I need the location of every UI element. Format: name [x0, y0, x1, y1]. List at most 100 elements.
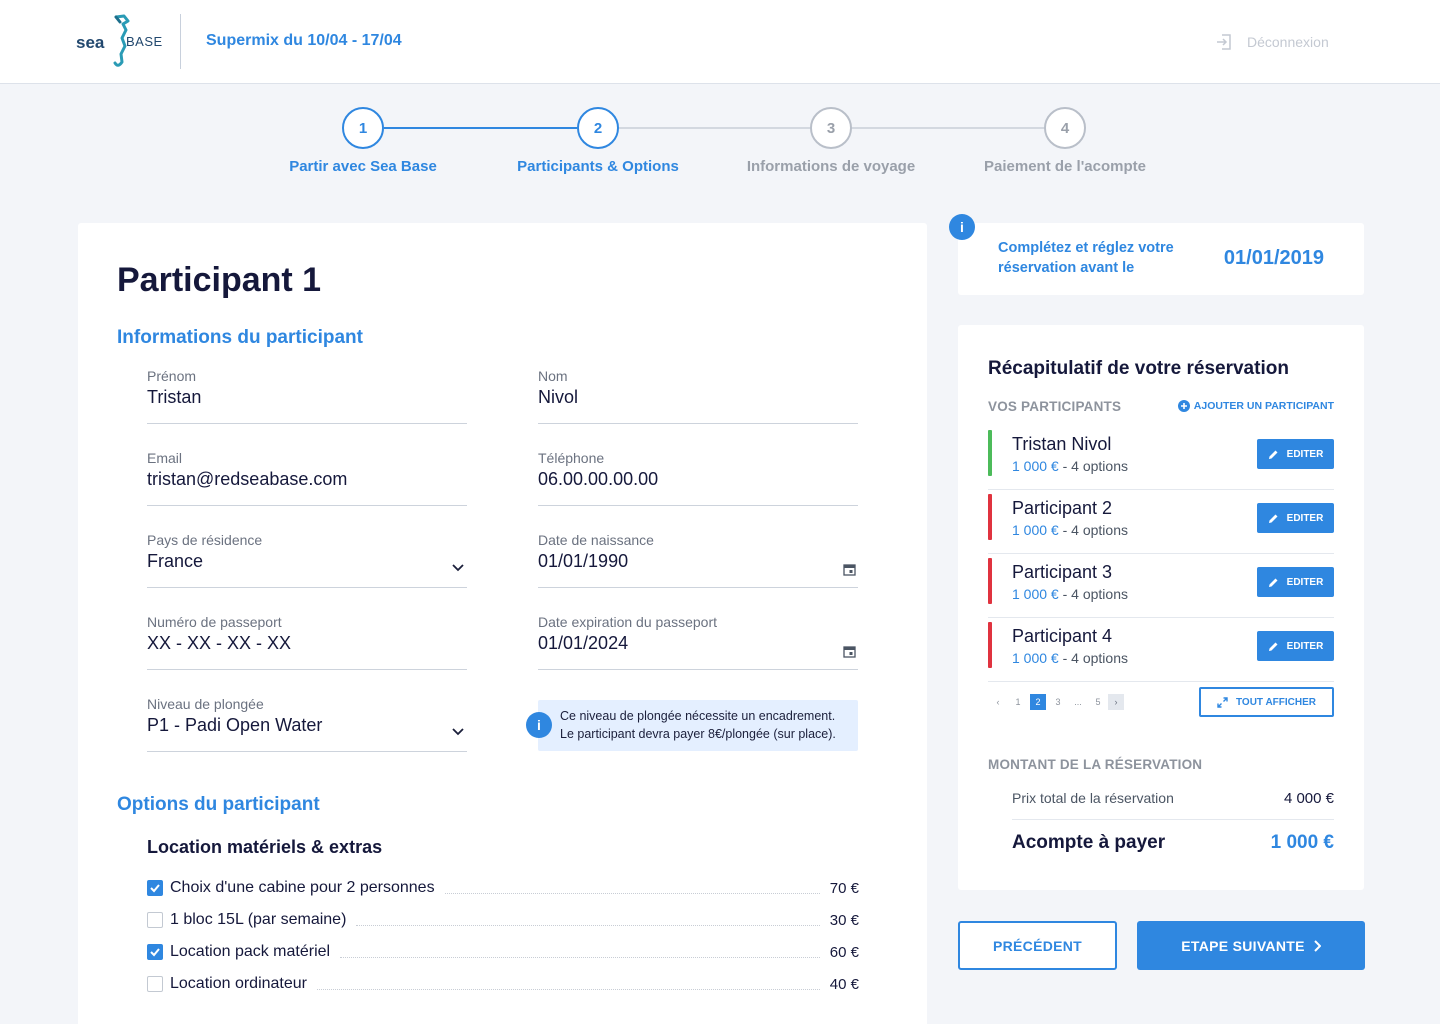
dive-level-value: P1 - Padi Open Water — [147, 715, 323, 735]
step-2-number: 2 — [577, 107, 619, 149]
option-price: 70 € — [829, 879, 859, 897]
passport-number-field[interactable]: Numéro de passeport XX - XX - XX - XX — [147, 614, 467, 670]
edit-participant-button[interactable]: EDITER — [1257, 631, 1334, 661]
dive-level-note-line-1: Ce niveau de plongée nécessite un encadr… — [560, 709, 836, 723]
option-checkbox[interactable] — [147, 944, 163, 960]
edit-participant-button[interactable]: EDITER — [1257, 439, 1334, 469]
show-all-button[interactable]: TOUT AFFICHER — [1199, 687, 1334, 717]
participant-info-heading: Informations du participant — [117, 327, 363, 348]
edit-participant-button[interactable]: EDITER — [1257, 567, 1334, 597]
step-4-label: Paiement de l'acompte — [984, 158, 1146, 175]
dotted-leader — [444, 882, 820, 894]
step-1-number: 1 — [342, 107, 384, 149]
passport-number-label: Numéro de passeport — [147, 614, 282, 630]
birth-date-value: 01/01/1990 — [538, 551, 629, 571]
first-name-field[interactable]: Prénom Tristan — [147, 368, 467, 424]
passport-expiry-field[interactable]: Date expiration du passeport 01/01/2024 — [538, 614, 858, 670]
birth-date-field[interactable]: Date de naissance 01/01/1990 — [538, 532, 858, 588]
calendar-icon[interactable] — [843, 645, 856, 658]
option-row[interactable]: 1 bloc 15L (par semaine) 30 € — [147, 909, 859, 931]
option-row[interactable]: Location ordinateur 40 € — [147, 973, 859, 995]
first-name-value: Tristan — [147, 387, 202, 407]
step-3-label: Informations de voyage — [746, 158, 916, 175]
phone-field[interactable]: Téléphone 06.00.00.00.00 — [538, 450, 858, 506]
participants-pagination: ‹ 1 2 3 ... 5 › — [988, 694, 1124, 710]
last-name-label: Nom — [538, 368, 568, 384]
pagination-page-5[interactable]: 5 — [1088, 697, 1108, 707]
dotted-leader — [316, 978, 820, 990]
option-label: 1 bloc 15L (par semaine) — [170, 911, 347, 928]
edit-label: EDITER — [1286, 576, 1324, 588]
participants-heading: VOS PARTICIPANTS — [988, 399, 1122, 414]
option-checkbox[interactable] — [147, 976, 163, 992]
dotted-leader — [340, 946, 820, 958]
dotted-leader — [356, 914, 820, 926]
dive-level-select[interactable]: Niveau de plongée P1 - Padi Open Water — [147, 696, 467, 752]
participant-row: Participant 4 1 000 € - 4 options EDITER — [988, 622, 1334, 682]
pagination-next[interactable]: › — [1108, 694, 1124, 710]
participant-price: 1 000 € — [1012, 650, 1059, 666]
last-name-field[interactable]: Nom Nivol — [538, 368, 858, 424]
email-label: Email — [147, 450, 183, 466]
show-all-label: TOUT AFFICHER — [1236, 696, 1316, 708]
pencil-icon — [1268, 642, 1278, 651]
calendar-icon[interactable] — [843, 563, 856, 576]
participant-price: 1 000 € — [1012, 586, 1059, 602]
previous-label: PRÉCÉDENT — [992, 937, 1083, 954]
passport-expiry-value: 01/01/2024 — [538, 633, 629, 653]
edit-participant-button[interactable]: EDITER — [1257, 503, 1334, 533]
equipment-rental-heading: Location matériels & extras — [147, 837, 383, 857]
step-3[interactable]: 3 Informations de voyage — [721, 107, 941, 175]
payment-deadline-card: Complétez et réglez votre réservation av… — [958, 223, 1364, 295]
participant-status-bar — [988, 622, 992, 668]
email-field[interactable]: Email tristan@redseabase.com — [147, 450, 467, 506]
booking-summary-card: Récapitulatif de votre réservation VOS P… — [958, 325, 1364, 890]
option-price: 30 € — [829, 911, 859, 929]
summary-title: Récapitulatif de votre réservation — [988, 358, 1289, 379]
country-select[interactable]: Pays de résidence France — [147, 532, 467, 588]
pagination-prev[interactable]: ‹ — [988, 697, 1008, 707]
participant-name: Tristan Nivol — [1012, 434, 1112, 454]
pagination-page-2-current[interactable]: 2 — [1030, 694, 1046, 710]
pagination-page-3[interactable]: 3 — [1048, 697, 1068, 707]
logo-text-base: BASE — [126, 34, 163, 49]
info-icon: i — [526, 712, 552, 738]
logout-link[interactable]: Déconnexion — [1215, 33, 1329, 51]
sea-base-logo[interactable]: sea BASE — [76, 14, 166, 70]
option-row[interactable]: Choix d'une cabine pour 2 personnes 70 € — [147, 877, 859, 899]
participant-price: 1 000 € — [1012, 522, 1059, 538]
phone-label: Téléphone — [538, 450, 605, 466]
participant-row: Tristan Nivol 1 000 € - 4 options EDITER — [988, 430, 1334, 490]
dive-level-note-line-2: Le participant devra payer 8€/plongée (s… — [560, 727, 836, 741]
participant-options-count: - 4 options — [1062, 586, 1128, 602]
step-1[interactable]: 1 Partir avec Sea Base — [253, 107, 473, 175]
participant-options-count: - 4 options — [1062, 522, 1128, 538]
option-row[interactable]: Location pack matériel 60 € — [147, 941, 859, 963]
step-4[interactable]: 4 Paiement de l'acompte — [955, 107, 1175, 175]
pagination-page-1[interactable]: 1 — [1008, 697, 1028, 707]
chevron-down-icon — [452, 564, 464, 572]
add-participant-button[interactable]: AJOUTER UN PARTICIPANT — [1177, 400, 1334, 412]
previous-button[interactable]: PRÉCÉDENT — [958, 921, 1117, 970]
checkmark-icon — [150, 884, 160, 893]
next-step-button[interactable]: ETAPE SUIVANTE — [1137, 921, 1365, 970]
edit-label: EDITER — [1286, 448, 1324, 460]
participant-form-card: Participant 1 Informations du participan… — [78, 223, 927, 1024]
participant-status-bar — [988, 430, 992, 476]
total-price-label: Prix total de la réservation — [1012, 790, 1174, 806]
participant-status-bar — [988, 558, 992, 604]
dive-level-label: Niveau de plongée — [147, 696, 264, 712]
option-checkbox[interactable] — [147, 912, 163, 928]
trip-title: Supermix du 10/04 - 17/04 — [206, 32, 402, 49]
email-value: tristan@redseabase.com — [147, 469, 348, 489]
total-price-row: Prix total de la réservation 4 000 € — [1012, 790, 1334, 820]
option-checkbox[interactable] — [147, 880, 163, 896]
step-1-label: Partir avec Sea Base — [289, 158, 437, 175]
add-participant-label: AJOUTER UN PARTICIPANT — [1193, 400, 1334, 412]
participant-name: Participant 4 — [1012, 626, 1113, 646]
pagination-ellipsis: ... — [1074, 697, 1082, 707]
step-2[interactable]: 2 Participants & Options — [488, 107, 708, 175]
deposit-label: Acompte à payer — [1012, 832, 1166, 853]
last-name-value: Nivol — [538, 387, 579, 407]
edit-label: EDITER — [1286, 512, 1324, 524]
